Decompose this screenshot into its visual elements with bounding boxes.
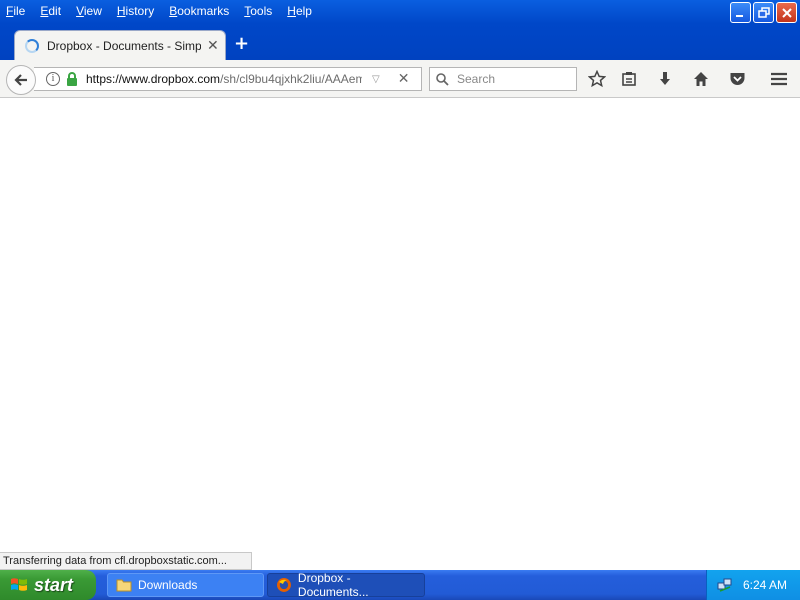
close-window-button[interactable] (776, 2, 797, 23)
minimize-button[interactable] (730, 2, 751, 23)
taskbar-item-firefox[interactable]: Dropbox - Documents... (267, 571, 425, 599)
home-button[interactable] (691, 69, 711, 89)
search-bar[interactable] (429, 67, 577, 91)
tab-title: Dropbox - Documents - Simpli… (47, 38, 201, 53)
menu-edit[interactable]: Edit (40, 4, 61, 18)
lock-icon[interactable] (66, 72, 78, 86)
start-button[interactable]: start (0, 570, 96, 600)
bookmarks-menu-button[interactable] (619, 69, 639, 89)
menu-history[interactable]: History (117, 4, 154, 18)
window-titlebar: File Edit View History Bookmarks Tools H… (0, 0, 800, 60)
hamburger-icon (771, 72, 787, 86)
info-icon[interactable]: i (46, 72, 60, 86)
pocket-button[interactable] (727, 69, 747, 89)
bookmark-star-button[interactable] (587, 69, 607, 89)
search-input[interactable] (455, 71, 565, 87)
downloads-button[interactable] (655, 69, 675, 89)
url-dropdown-icon[interactable]: ▽ (372, 74, 380, 85)
folder-icon (116, 579, 132, 592)
navigation-toolbar: i https://www.dropbox.com/sh/cl9bu4qjxhk… (0, 60, 800, 98)
taskbar-item-label: Dropbox - Documents... (297, 571, 369, 599)
menu-help[interactable]: Help (287, 4, 312, 18)
start-label: start (34, 574, 74, 595)
new-tab-button[interactable]: + (234, 34, 249, 54)
tab-dropbox[interactable]: Dropbox - Documents - Simpli… ✕ (14, 30, 226, 60)
download-arrow-icon (660, 72, 670, 85)
loading-spinner-icon (25, 38, 39, 53)
tab-strip: Dropbox - Documents - Simpli… ✕ + (0, 28, 800, 60)
minimize-icon (736, 15, 743, 17)
menu-bar: File Edit View History Bookmarks Tools H… (0, 0, 327, 22)
menu-file[interactable]: File (6, 4, 25, 18)
url-text[interactable]: https://www.dropbox.com/sh/cl9bu4qjxhk2l… (86, 72, 362, 86)
stop-loading-icon[interactable]: ✕ (398, 71, 410, 87)
home-icon (694, 72, 708, 86)
clipboard-icon (622, 72, 636, 86)
url-bar[interactable]: i https://www.dropbox.com/sh/cl9bu4qjxhk… (34, 67, 422, 91)
search-icon (436, 72, 449, 86)
taskbar-item-label: Downloads (138, 578, 198, 592)
taskbar-item-downloads[interactable]: Downloads (107, 573, 264, 597)
clock: 6:24 AM (743, 578, 788, 592)
restore-button[interactable] (753, 2, 774, 23)
back-button[interactable] (6, 65, 36, 95)
firefox-icon (276, 578, 291, 592)
back-arrow-icon (14, 74, 27, 86)
pocket-icon (730, 73, 744, 85)
menu-view[interactable]: View (76, 4, 102, 18)
page-content (0, 99, 800, 570)
window-controls (730, 2, 797, 23)
system-tray: 6:24 AM (706, 570, 800, 600)
menu-tools[interactable]: Tools (244, 4, 272, 18)
close-icon (781, 7, 792, 18)
hamburger-menu-button[interactable] (769, 69, 789, 89)
taskbar: start Downloads Dropbox - Documents... 6… (0, 570, 800, 600)
menu-bookmarks[interactable]: Bookmarks (169, 4, 229, 18)
tab-close-icon[interactable]: ✕ (207, 39, 219, 53)
network-icon[interactable] (717, 577, 733, 593)
status-panel: Transferring data from cfl.dropboxstatic… (0, 552, 252, 570)
star-icon (588, 70, 606, 88)
windows-logo-icon (11, 578, 27, 591)
restore-icon (757, 6, 770, 18)
